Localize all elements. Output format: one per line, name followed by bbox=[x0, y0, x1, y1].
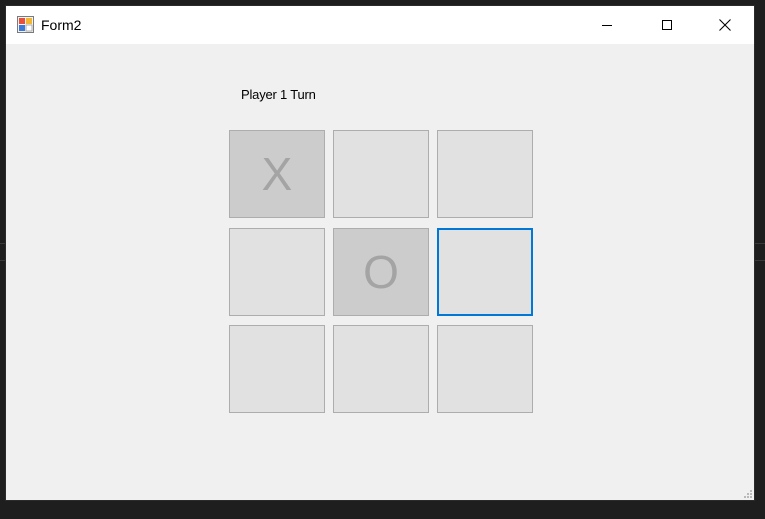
window-title: Form2 bbox=[41, 17, 82, 33]
maximize-icon bbox=[662, 20, 672, 30]
board-cell-1-0[interactable] bbox=[229, 228, 325, 316]
app-icon bbox=[17, 16, 34, 33]
form-client-area: Player 1 Turn X O bbox=[6, 44, 754, 500]
board-cell-2-0[interactable] bbox=[229, 325, 325, 413]
maximize-button[interactable] bbox=[638, 6, 696, 44]
board-cell-1-2[interactable] bbox=[437, 228, 533, 316]
board-cell-1-1[interactable]: O bbox=[333, 228, 429, 316]
turn-label: Player 1 Turn bbox=[241, 87, 316, 102]
close-icon bbox=[719, 19, 731, 31]
minimize-button[interactable] bbox=[578, 6, 636, 44]
minimize-icon bbox=[602, 25, 612, 26]
board-cell-0-1[interactable] bbox=[333, 130, 429, 218]
form-window: Form2 Player 1 Turn X O bbox=[5, 5, 755, 501]
resize-grip-icon[interactable] bbox=[742, 488, 752, 498]
board-cell-0-2[interactable] bbox=[437, 130, 533, 218]
board-cell-2-2[interactable] bbox=[437, 325, 533, 413]
board-cell-0-0[interactable]: X bbox=[229, 130, 325, 218]
board-cell-2-1[interactable] bbox=[333, 325, 429, 413]
close-button[interactable] bbox=[696, 6, 754, 44]
title-bar[interactable]: Form2 bbox=[6, 6, 754, 44]
